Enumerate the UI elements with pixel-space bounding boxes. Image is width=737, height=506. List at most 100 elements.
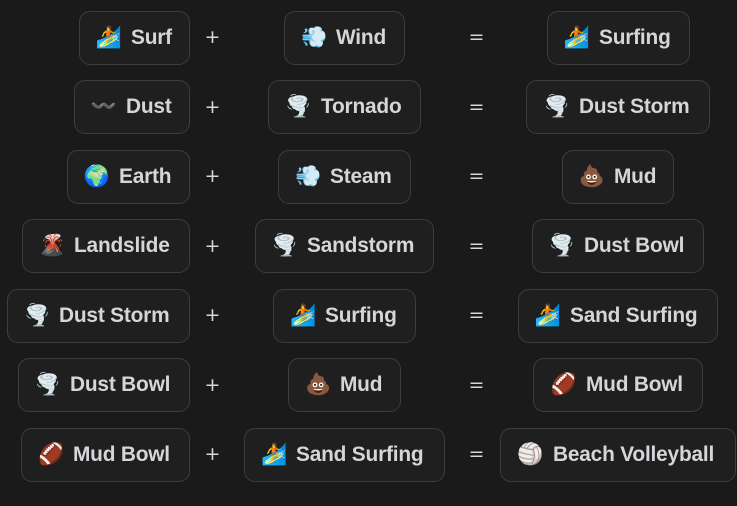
surfer-emoji: 🏄	[95, 24, 122, 49]
ingredient-b-card[interactable]: 🏄 Sand Surfing	[244, 427, 445, 482]
recipe-ingredient-b-slot: 💨 Steam	[235, 149, 454, 204]
ingredient-a-card[interactable]: 🏈 Mud Bowl	[20, 427, 190, 482]
equals-operator: =	[468, 165, 485, 188]
pile-of-poo-emoji: 💩	[578, 163, 605, 188]
ingredient-a-label: Dust	[126, 94, 172, 118]
equals-operator: =	[468, 443, 485, 466]
equals-operator: =	[468, 95, 485, 118]
ingredient-a-card[interactable]: 〰️ Dust	[73, 80, 190, 135]
recipe-ingredient-b-slot: 🌪️ Sandstorm	[235, 219, 454, 274]
recipe-result-slot: 🏄 Surfing	[499, 10, 737, 65]
result-label: Dust Storm	[578, 94, 690, 118]
pile-of-poo-emoji: 💩	[305, 372, 332, 397]
ingredient-b-card[interactable]: 🏄 Surfing	[273, 288, 416, 343]
wavy-dash-emoji: 〰️	[90, 94, 118, 119]
result-label: Mud Bowl	[585, 372, 683, 396]
ingredient-a-label: Mud Bowl	[73, 441, 171, 466]
ingredient-b-label: Wind	[336, 24, 387, 49]
recipe-ingredient-a-slot: 🌍 Earth	[0, 149, 190, 204]
american-football-emoji: 🏈	[550, 372, 577, 397]
recipe-ingredient-b-slot: 💩 Mud	[235, 358, 454, 413]
plus-operator: +	[204, 95, 221, 118]
equals-operator: =	[468, 373, 485, 396]
plus-operator: +	[204, 443, 221, 466]
ingredient-b-label: Sand Surfing	[296, 441, 424, 466]
result-label: Beach Volleyball	[552, 441, 714, 466]
recipe-result-slot: 🏄 Sand Surfing	[499, 288, 737, 343]
ingredient-a-label: Earth	[119, 163, 172, 188]
tornado-emoji: 🌪️	[543, 94, 570, 119]
volleyball-emoji: 🏐	[517, 441, 544, 466]
ingredient-a-label: Dust Bowl	[69, 372, 170, 396]
result-label: Surfing	[598, 24, 671, 49]
dashing-away-emoji: 💨	[301, 24, 328, 49]
result-label: Sand Surfing	[569, 302, 698, 327]
ingredient-b-label: Surfing	[325, 302, 397, 327]
american-football-emoji: 🏈	[37, 441, 65, 466]
result-card[interactable]: 🏄 Sand Surfing	[517, 288, 719, 343]
ingredient-b-card[interactable]: 🌪️ Sandstorm	[254, 219, 435, 274]
ingredient-a-label: Surf	[130, 24, 172, 49]
ingredient-b-card[interactable]: 💩 Mud	[288, 358, 401, 413]
ingredient-a-card[interactable]: 🌋 Landslide	[22, 219, 190, 274]
ingredient-b-label: Mud	[340, 372, 383, 396]
ingredient-b-label: Steam	[330, 163, 392, 188]
recipe-ingredient-a-slot: 🏄 Surf	[0, 10, 190, 65]
surfer-emoji: 🏄	[534, 302, 561, 327]
equals-operator: =	[468, 304, 485, 327]
result-label: Mud	[613, 163, 657, 188]
plus-operator: +	[204, 234, 221, 257]
recipe-ingredient-b-slot: 🏄 Sand Surfing	[235, 427, 454, 482]
result-label: Dust Bowl	[583, 233, 685, 257]
ingredient-b-card[interactable]: 🌪️ Tornado	[268, 80, 421, 135]
result-card[interactable]: 💩 Mud	[561, 149, 675, 204]
recipe-ingredient-a-slot: 🏈 Mud Bowl	[0, 427, 190, 482]
ingredient-b-label: Sandstorm	[306, 233, 415, 257]
plus-operator: +	[204, 373, 221, 396]
ingredient-a-label: Dust Storm	[59, 302, 170, 327]
tornado-emoji: 🌪️	[271, 233, 298, 258]
recipe-result-slot: 🌪️ Dust Bowl	[499, 219, 737, 274]
recipe-row-5: 🌪️ Dust Storm + 🏄 Surfing = 🏄 Sand Surfi…	[0, 281, 737, 351]
surfer-emoji: 🏄	[563, 24, 590, 49]
recipe-ingredient-a-slot: 🌪️ Dust Storm	[0, 288, 190, 343]
plus-operator: +	[204, 165, 221, 188]
ingredient-a-card[interactable]: 🌍 Earth	[66, 149, 190, 204]
recipe-ingredient-a-slot: 🌋 Landslide	[0, 219, 190, 274]
result-card[interactable]: 🌪️ Dust Storm	[526, 80, 710, 135]
surfer-emoji: 🏄	[290, 302, 317, 327]
ingredient-a-card[interactable]: 🌪️ Dust Storm	[6, 288, 190, 343]
recipe-result-slot: 🏈 Mud Bowl	[499, 358, 737, 413]
recipe-row-6: 🌪️ Dust Bowl + 💩 Mud = 🏈 Mud Bowl	[0, 351, 737, 421]
ingredient-b-card[interactable]: 💨 Wind	[284, 10, 405, 65]
tornado-emoji: 🌪️	[285, 94, 312, 119]
ingredient-a-card[interactable]: 🌪️ Dust Bowl	[17, 358, 190, 413]
result-card[interactable]: 🏄 Surfing	[546, 10, 690, 65]
dashing-away-emoji: 💨	[295, 163, 322, 188]
recipe-ingredient-b-slot: 🏄 Surfing	[235, 288, 454, 343]
ingredient-a-label: Landslide	[74, 233, 171, 257]
recipe-ingredient-b-slot: 🌪️ Tornado	[235, 80, 454, 135]
surfer-emoji: 🏄	[261, 441, 288, 466]
result-card[interactable]: 🏈 Mud Bowl	[533, 358, 703, 413]
recipe-result-slot: 🌪️ Dust Storm	[499, 80, 737, 135]
equals-operator: =	[468, 234, 485, 257]
ingredient-b-card[interactable]: 💨 Steam	[278, 149, 411, 204]
recipe-list: 🏄 Surf + 💨 Wind = 🏄 Surfing 〰️ Dust + 🌪️…	[0, 0, 737, 506]
ingredient-b-label: Tornado	[320, 94, 402, 118]
recipe-row-4: 🌋 Landslide + 🌪️ Sandstorm = 🌪️ Dust Bow…	[0, 212, 737, 282]
recipe-ingredient-a-slot: 〰️ Dust	[0, 80, 190, 135]
recipe-row-3: 🌍 Earth + 💨 Steam = 💩 Mud	[0, 142, 737, 212]
recipe-ingredient-b-slot: 💨 Wind	[235, 10, 454, 65]
earth-globe-emoji: 🌍	[83, 163, 111, 188]
recipe-row-7: 🏈 Mud Bowl + 🏄 Sand Surfing = 🏐 Beach Vo…	[0, 420, 737, 490]
recipe-result-slot: 🏐 Beach Volleyball	[499, 427, 737, 482]
result-card[interactable]: 🌪️ Dust Bowl	[531, 219, 705, 274]
recipe-result-slot: 💩 Mud	[499, 149, 737, 204]
ingredient-a-card[interactable]: 🏄 Surf	[78, 10, 190, 65]
result-card[interactable]: 🏐 Beach Volleyball	[500, 427, 736, 482]
recipe-ingredient-a-slot: 🌪️ Dust Bowl	[0, 358, 190, 413]
plus-operator: +	[204, 304, 221, 327]
volcano-emoji: 🌋	[39, 233, 66, 258]
tornado-emoji: 🌪️	[548, 233, 575, 258]
